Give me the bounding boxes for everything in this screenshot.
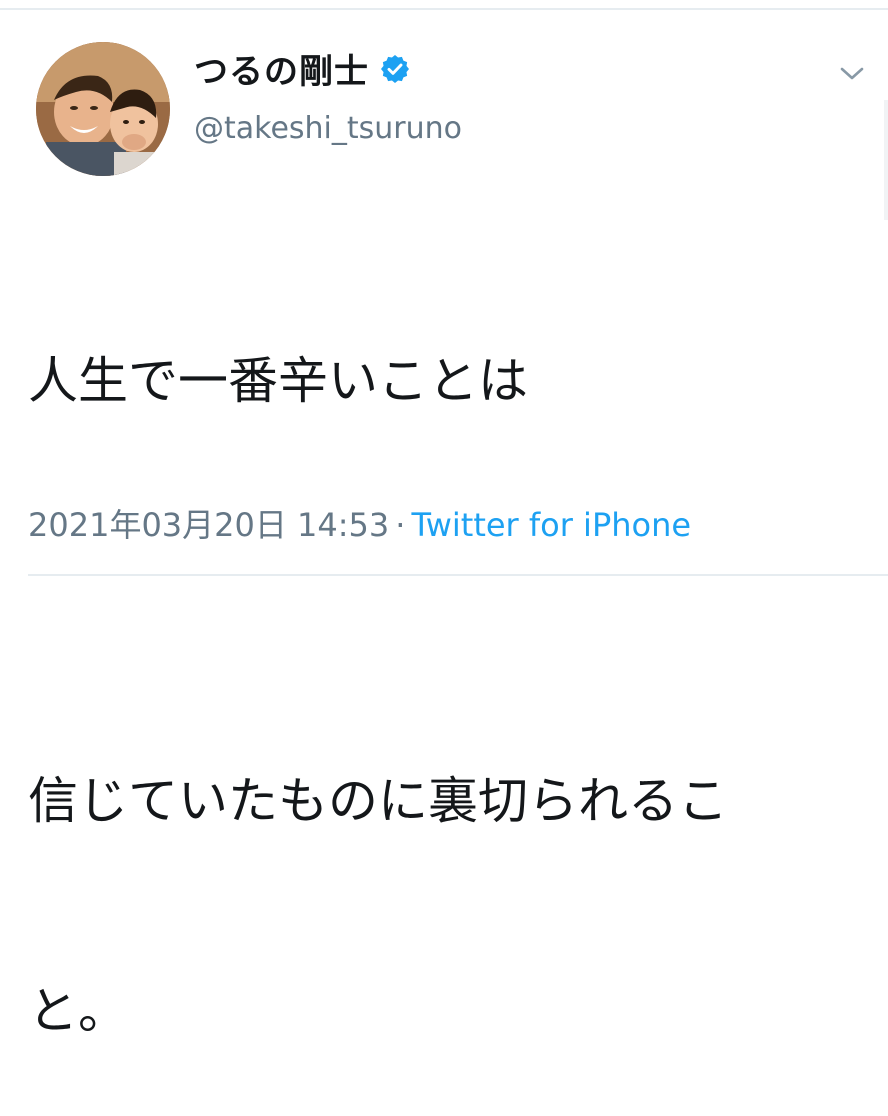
tweet-text-line [28, 556, 848, 626]
bottom-divider [28, 574, 888, 576]
author-info: つるの剛士 @takeshi_tsuruno [194, 44, 462, 146]
tweet-text: 人生で一番辛いことは 信じていたものに裏切られるこ と。 [28, 206, 848, 1116]
scrollbar[interactable] [884, 100, 888, 220]
meta-separator: · [395, 506, 406, 544]
chevron-down-icon[interactable] [838, 64, 866, 84]
avatar[interactable] [36, 42, 170, 176]
tweet-text-line: と。 [28, 982, 128, 1040]
verified-badge-icon [379, 53, 411, 85]
tweet-text-line: 信じていたものに裏切られるこ [28, 772, 728, 830]
tweet-source-link[interactable]: Twitter for iPhone [411, 506, 691, 544]
avatar-photo-icon [36, 42, 170, 176]
display-name[interactable]: つるの剛士 [194, 44, 369, 93]
tweet-meta: 2021年03月20日 14:53 · Twitter for iPhone [28, 500, 691, 546]
user-handle[interactable]: @takeshi_tsuruno [194, 111, 462, 146]
tweet-header: つるの剛士 @takeshi_tsuruno [28, 36, 878, 186]
top-divider [0, 8, 888, 10]
tweet-text-line: 人生で一番辛いことは [28, 352, 528, 410]
tweet-timestamp[interactable]: 2021年03月20日 14:53 [28, 506, 389, 544]
name-row: つるの剛士 [194, 44, 462, 93]
